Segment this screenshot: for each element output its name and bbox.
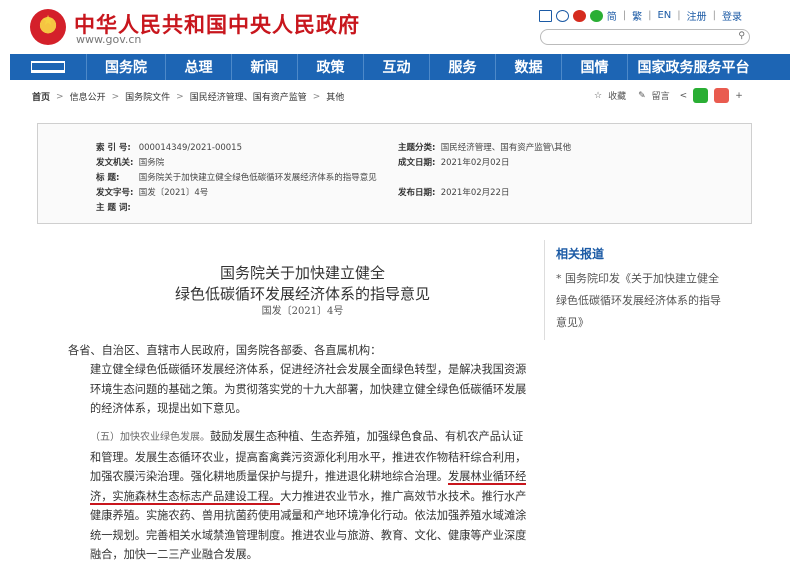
chevron-right-icon: > [176,91,184,102]
info-value: 2021年02月02日 [440,158,510,168]
breadcrumb: 首页 > 信息公开 > 国务院文件 > 国民经济管理、国有资产监管 > 其他 [32,90,344,104]
link-english[interactable]: EN [657,10,671,21]
chevron-right-icon: > [56,91,64,102]
info-value: 国务院 [138,158,165,168]
tiananmen-logo-icon[interactable] [10,54,86,80]
favorite-link[interactable]: 收藏 [608,89,626,102]
site-header: 中华人民共和国中央人民政府 www.gov.cn 简 | 繁 | EN | 注册… [0,0,790,54]
info-written-date: 成文日期: 2021年02月02日 [398,156,509,168]
share-icon[interactable]: < [680,91,688,101]
info-label: 发布日期: [398,188,436,198]
info-value: 2021年02月22日 [440,188,510,198]
page: 中华人民共和国中央人民政府 www.gov.cn 简 | 繁 | EN | 注册… [0,0,790,569]
star-icon[interactable]: ☆ [594,91,602,101]
weibo-icon[interactable] [572,9,586,22]
info-category: 主题分类: 国民经济管理、国有资产监管\其他 [398,141,571,153]
nav-item-state-council[interactable]: 国务院 [86,54,165,80]
nav-item-interaction[interactable]: 互动 [363,54,429,80]
info-title: 标 题: 国务院关于加快建立健全绿色低碳循环发展经济体系的指导意见 [96,171,377,183]
pencil-icon[interactable]: ✎ [638,91,646,101]
site-url[interactable]: www.gov.cn [76,33,141,46]
nav-item-news[interactable]: 新闻 [231,54,297,80]
info-value: 000014349/2021-00015 [138,143,242,153]
nav-item-policy[interactable]: 政策 [297,54,363,80]
related-report-link-text[interactable]: 国务院印发《关于加快建立健全绿色低碳循环发展经济体系的指导意见》 [556,272,721,329]
breadcrumb-info-disclosure[interactable]: 信息公开 [70,90,106,103]
salutation: 各省、自治区、直辖市人民政府，国务院各部委、各直属机构： [68,344,382,357]
mail-icon[interactable] [538,9,552,22]
breadcrumb-economy[interactable]: 国民经济管理、国有资产监管 [190,90,307,103]
search-box: ⚲ [540,29,750,50]
breadcrumb-other[interactable]: 其他 [326,90,344,103]
divider: | [677,10,681,21]
main-nav: 国务院 总理 新闻 政策 互动 服务 数据 国情 国家政务服务平台 [10,54,790,80]
info-value: 国务院关于加快建立健全绿色低碳循环发展经济体系的指导意见 [138,173,377,183]
info-label: 索 引 号: [96,143,131,153]
breadcrumb-state-council-docs[interactable]: 国务院文件 [125,90,170,103]
nav-item-data[interactable]: 数据 [495,54,561,80]
divider: | [648,10,652,21]
section-heading: （五）加快农业绿色发展。 [90,432,210,443]
related-report-link[interactable]: * 国务院印发《关于加快建立健全绿色低碳循环发展经济体系的指导意见》 [556,268,726,334]
wechat-icon[interactable] [589,9,603,22]
top-links: 简 | 繁 | EN | 注册 | 登录 [538,8,742,23]
info-publish-date: 发布日期: 2021年02月22日 [398,186,509,198]
divider: | [622,10,627,21]
chevron-right-icon: > [111,91,120,102]
link-login[interactable]: 登录 [722,8,742,23]
nav-item-national-info[interactable]: 国情 [561,54,627,80]
info-label: 主 题 词: [96,203,131,213]
related-reports-title: 相关报道 [556,247,605,261]
info-subject: 主 题 词: [96,201,136,213]
info-doc-number: 发文字号: 国发〔2021〕4号 [96,186,208,198]
app-icon[interactable] [555,9,569,22]
section-5-paragraph: （五）加快农业绿色发展。鼓励发展生态种植、生态养殖，加强绿色食品、有机农产品认证… [68,427,533,565]
link-simplified[interactable]: 简 [607,8,617,23]
info-label: 发文机关: [96,158,134,168]
info-issuer: 发文机关: 国务院 [96,156,164,168]
info-value: 国民经济管理、国有资产监管\其他 [440,143,572,153]
document-info-box: 索 引 号: 000014349/2021-00015 主题分类: 国民经济管理… [37,123,752,224]
chevron-right-icon: > [312,91,321,102]
article-doc-number: 国发〔2021〕4号 [261,306,344,317]
page-tools: ☆ 收藏 ✎ 留言 < + [594,88,743,103]
intro-paragraph: 建立健全绿色低碳循环发展经济体系，促进经济社会发展全面绿色转型，是解决我国资源环… [90,363,527,415]
national-emblem-icon[interactable] [30,9,66,45]
info-index: 索 引 号: 000014349/2021-00015 [96,141,242,153]
search-input[interactable] [541,35,721,50]
comment-link[interactable]: 留言 [652,89,670,102]
nav-item-premier[interactable]: 总理 [165,54,231,80]
info-label: 标 题: [96,173,120,183]
wechat-share-icon[interactable] [693,88,709,103]
plus-icon[interactable]: + [735,91,743,101]
nav-item-service[interactable]: 服务 [429,54,495,80]
article-title-line2: 绿色低碳循环发展经济体系的指导意见 [174,285,430,303]
info-label: 主题分类: [398,143,436,153]
divider: | [712,10,716,21]
link-register[interactable]: 注册 [687,8,707,23]
nav-item-service-platform[interactable]: 国家政务服务平台 [627,54,759,80]
breadcrumb-home[interactable]: 首页 [32,90,50,103]
link-traditional[interactable]: 繁 [632,8,642,23]
bullet-icon: * [556,272,565,285]
search-icon[interactable]: ⚲ [738,31,745,41]
info-label: 成文日期: [398,158,436,168]
weibo-share-icon[interactable] [714,88,730,103]
info-label: 发文字号: [96,188,134,198]
article-title-line1: 国务院关于加快建立健全 [219,264,385,282]
info-value: 国发〔2021〕4号 [138,188,209,198]
